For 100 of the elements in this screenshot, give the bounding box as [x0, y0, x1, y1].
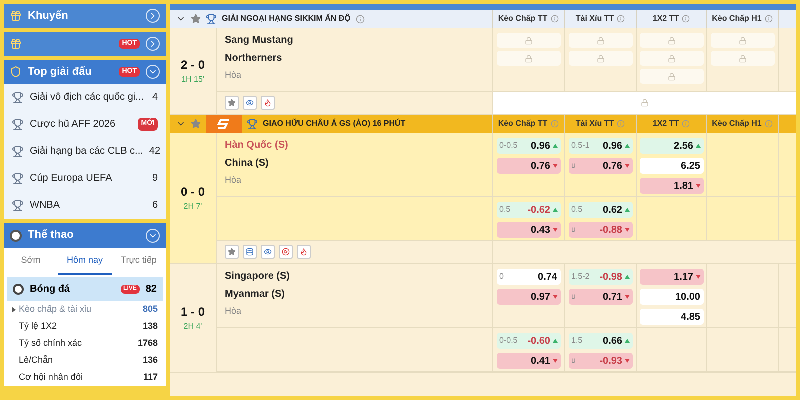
sport-tab[interactable]: Trực tiếp	[112, 248, 166, 275]
draw-label: Hòa	[225, 174, 243, 187]
odds-button[interactable]: 0.41	[496, 353, 560, 369]
odds-button[interactable]: 2.56	[640, 138, 704, 154]
odds-line: 0-0.5	[500, 335, 518, 347]
trend-down-icon	[696, 275, 700, 279]
column-header: Kèo Chấp TT	[498, 13, 548, 25]
home-team: Singapore (S)	[225, 270, 292, 284]
match-score: 2 - 0	[180, 57, 205, 74]
league-item[interactable]: WNBA 6	[4, 192, 166, 219]
odds-value: 0.97	[531, 290, 550, 304]
odds-line: u	[572, 355, 576, 367]
odds-button[interactable]: 0.76	[496, 158, 560, 174]
odds-button[interactable]: 4.85	[640, 309, 704, 325]
odds-button[interactable]: 0.43	[496, 222, 560, 238]
trend-down-icon	[552, 164, 558, 168]
league-name: Cúp Europa UEFA	[30, 172, 114, 186]
odds-line: 0.5	[572, 204, 583, 216]
trend-up-icon	[552, 208, 558, 212]
odds-button[interactable]: u 0.71	[568, 289, 632, 305]
market-item[interactable]: Lẻ/Chẵn 136	[4, 352, 166, 369]
panel-header[interactable]: Khuyến	[4, 4, 166, 28]
odds-button[interactable]: 0-0.5 -0.60	[496, 333, 560, 349]
trophy-icon	[247, 118, 258, 130]
trend-down-icon	[552, 228, 558, 232]
chevron-icon[interactable]	[146, 65, 160, 79]
market-name: Cơ hội nhân đôi	[19, 370, 84, 384]
odds-value: 1.17	[674, 270, 694, 284]
trend-up-icon	[624, 275, 630, 279]
market-name: Tỷ số chính xác	[19, 336, 84, 350]
lock-icon	[640, 99, 648, 107]
video-button[interactable]	[279, 245, 293, 259]
odds-button[interactable]: 0.97	[496, 289, 560, 305]
market-item[interactable]: Tỷ lệ 1X2 138	[4, 318, 166, 335]
away-team: Northerners	[225, 52, 284, 66]
market-item[interactable]: Cơ hội nhân đôi 117	[4, 369, 166, 386]
league-name: Giải hạng ba các CLB c...	[30, 145, 144, 159]
odds-button[interactable]: u 0.76	[568, 158, 632, 174]
odds-line: u	[572, 160, 576, 172]
odds-button[interactable]: 1.81	[640, 178, 704, 194]
trophy-icon	[12, 172, 24, 184]
odds-button[interactable]: 1.5 0.66	[568, 333, 632, 349]
market-item[interactable]: Tỷ số chính xác 1768	[4, 335, 166, 352]
panel-header[interactable]: Thể thao	[4, 223, 166, 248]
star-icon	[228, 99, 236, 107]
lock-icon	[596, 36, 604, 44]
lock-icon	[524, 36, 532, 44]
odds-button[interactable]: 0.5 0.62	[568, 202, 632, 218]
league-name: Giải vô địch các quốc gi...	[30, 91, 145, 105]
favorite-button[interactable]	[225, 245, 239, 259]
league-count: 6	[152, 199, 158, 213]
odds-button[interactable]: 0.5-1 0.96	[568, 138, 632, 154]
odds-button[interactable]: 0.5 -0.62	[496, 202, 560, 218]
league-item[interactable]: Giải vô địch các quốc gi... 4	[4, 84, 166, 111]
column-header: 1X2 TT	[652, 118, 680, 130]
match-time: 1H 15'	[182, 74, 204, 86]
info-icon	[682, 15, 690, 23]
info-icon	[356, 14, 365, 24]
odds-button[interactable]: 0 0.74	[496, 269, 560, 285]
market-count: 138	[142, 320, 158, 333]
chevron-icon[interactable]	[146, 228, 160, 242]
star-icon[interactable]	[191, 14, 201, 24]
watch-button[interactable]	[243, 96, 257, 110]
odds-button[interactable]: 0-0.5 0.96	[496, 138, 560, 154]
sport-tab[interactable]: Hôm nay	[58, 248, 112, 275]
draw-label: Hòa	[225, 69, 243, 82]
panel-title: Top giải đấu	[28, 64, 93, 80]
sport-name: Bóng đá	[30, 282, 71, 296]
chevron-icon[interactable]	[146, 9, 160, 23]
odds-button[interactable]: 10.00	[640, 289, 704, 305]
home-team: Hàn Quốc (S)	[225, 139, 290, 153]
stats-button[interactable]	[243, 245, 257, 259]
league-item[interactable]: Cúp Europa UEFA 9	[4, 165, 166, 192]
odds-value: 0.41	[531, 354, 550, 368]
odds-button[interactable]: 6.25	[640, 158, 704, 174]
play-icon	[282, 248, 290, 256]
watch-button[interactable]	[261, 245, 275, 259]
market-count: 136	[142, 354, 158, 367]
hot-button[interactable]	[297, 245, 311, 259]
info-icon	[617, 15, 626, 23]
database-icon	[246, 248, 254, 256]
odds-value: 10.00	[675, 290, 700, 304]
trend-down-icon	[624, 295, 630, 299]
market-item[interactable]: Kèo chấp & tài xỉu 805	[4, 301, 166, 318]
trend-down-icon	[624, 359, 630, 363]
odds-line: u	[572, 291, 576, 303]
market-name: Kèo chấp & tài xỉu	[19, 302, 93, 316]
favorite-button[interactable]	[225, 96, 239, 110]
odds-button[interactable]: 1.5-2 -0.98	[568, 269, 632, 285]
column-header: 1X2 TT	[652, 13, 680, 25]
sport-tab[interactable]: Sớm	[4, 248, 58, 275]
chevron-icon[interactable]	[146, 37, 160, 51]
odds-button[interactable]: 1.17	[640, 269, 704, 285]
trophy-icon	[12, 146, 24, 158]
hot-button[interactable]	[261, 96, 275, 110]
away-team: China (S)	[225, 157, 270, 171]
league-item[interactable]: Giải hạng ba các CLB c... 42	[4, 138, 166, 165]
match-score: 0 - 0	[180, 184, 205, 201]
gift-icon	[10, 10, 22, 22]
star-icon[interactable]	[191, 119, 201, 129]
